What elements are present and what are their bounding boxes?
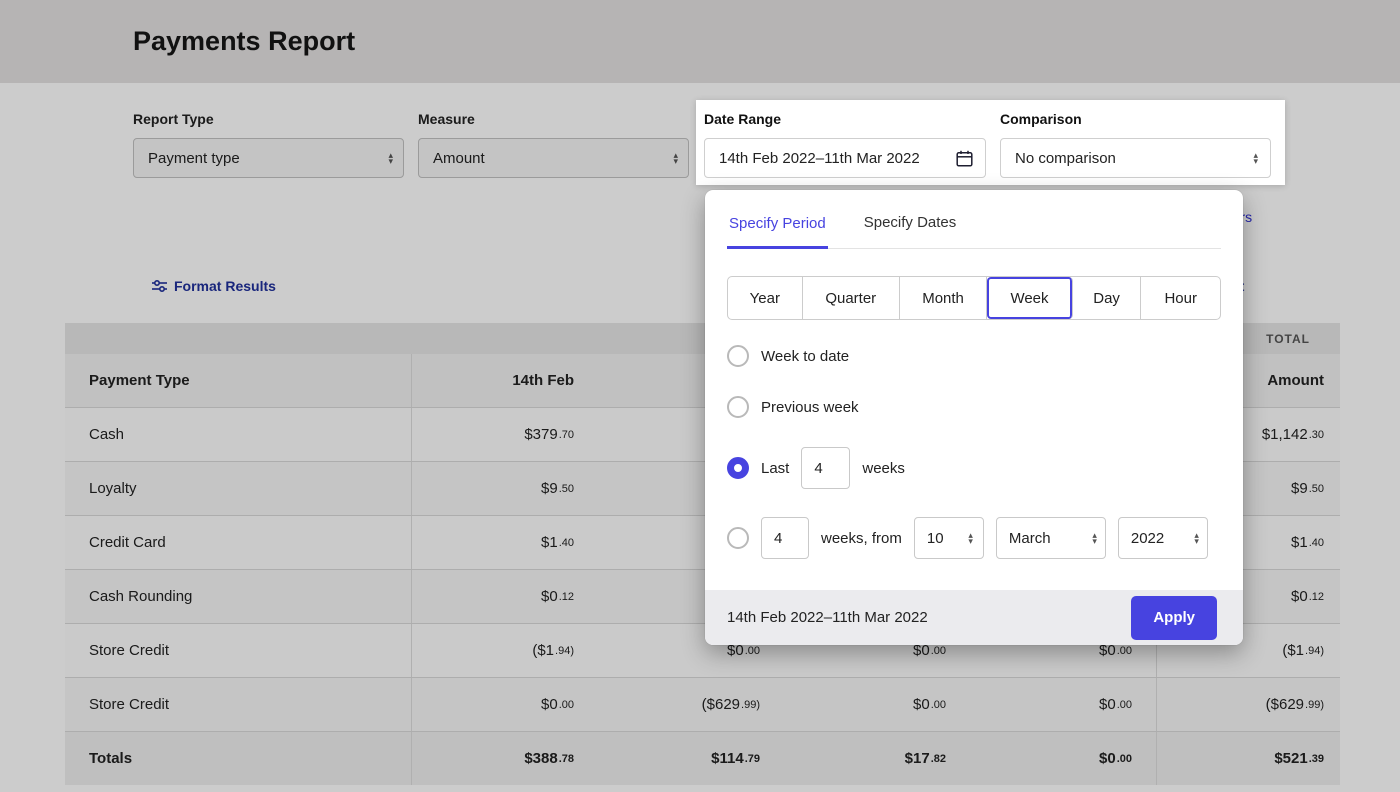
amount-cell: $17.82 [784,732,970,785]
n-weeks-from-select[interactable]: March▴▾ [996,517,1106,559]
amount-cell: $379.70 [412,408,598,461]
payment-type-cell: Totals [65,732,412,785]
option-label: weeks [862,460,905,477]
picker-footer: 14th Feb 2022–11th Mar 2022 Apply [705,590,1243,645]
radio-n-weeks-from[interactable] [727,527,749,549]
total-cell: $521.39 [1156,732,1340,785]
amount-cell: $114.79 [598,732,784,785]
option-label: Last [761,460,789,477]
format-results-label: Format Results [174,278,276,294]
comparison-label: Comparison [1000,111,1082,127]
amount-cell: $1.40 [412,516,598,569]
stepper-arrows-icon: ▴▾ [1253,152,1258,164]
amount-cell: $0.00 [970,732,1156,785]
apply-button[interactable]: Apply [1131,596,1217,640]
option-label: Week to date [761,348,849,365]
option-last-n-weeks: Last 4 weeks [727,447,905,489]
period-month[interactable]: Month [900,277,987,319]
option-label: weeks, from [821,530,902,547]
amount-cell: $9.50 [412,462,598,515]
payments-report-page: Payments Report Report Type Payment type… [0,0,1400,792]
option-label: Previous week [761,399,859,416]
picker-tabs: Specify Period Specify Dates [727,190,1221,249]
amount-cell: ($1.94) [412,624,598,677]
period-quarter[interactable]: Quarter [803,277,900,319]
stepper-arrows-icon[interactable]: ▴▾ [1092,532,1097,544]
payment-type-cell: Store Credit [65,678,412,731]
amount-cell: $0.00 [970,678,1156,731]
tab-specify-period[interactable]: Specify Period [727,215,828,249]
payment-type-cell: Loyalty [65,462,412,515]
amount-cell: $0.00 [784,678,970,731]
option-previous-week: Previous week [727,391,859,423]
amount-cell: $388.78 [412,732,598,785]
table-row: Totals$388.78$114.79$17.82$0.00$521.39 [65,731,1340,785]
date-range-popover-strip: Date Range 14th Feb 2022–11th Mar 2022 C… [696,100,1285,185]
period-day[interactable]: Day [1073,277,1142,319]
payment-type-cell: Cash Rounding [65,570,412,623]
tab-specify-dates[interactable]: Specify Dates [862,214,959,248]
format-results-link[interactable]: Format Results [152,278,276,294]
period-year[interactable]: Year [728,277,803,319]
comparison-select[interactable]: No comparison ▴▾ [1000,138,1271,178]
period-hour[interactable]: Hour [1141,277,1220,319]
payment-type-cell: Credit Card [65,516,412,569]
comparison-value: No comparison [1015,150,1245,167]
stepper-arrows-icon[interactable]: ▴▾ [1194,532,1199,544]
n-weeks-from-stepper[interactable]: 10▴▾ [914,517,984,559]
col-header-payment-type: Payment Type [65,354,412,407]
total-group-label: TOTAL [1266,332,1310,346]
date-range-picker-panel: Specify PeriodSpecify Dates YearQuarterM… [705,190,1243,645]
stepper-arrows-icon: ▴▾ [388,152,393,164]
stepper-arrows-icon: ▴▾ [673,152,678,164]
page-header: Payments Report [0,0,1400,83]
last-n-weeks-input[interactable]: 4 [801,447,850,489]
measure-label: Measure [418,111,475,127]
period-group: YearQuarterMonthWeekDayHour [727,276,1221,320]
report-type-label: Report Type [133,111,214,127]
radio-week-to-date[interactable] [727,345,749,367]
radio-last-n-weeks[interactable] [727,457,749,479]
payment-type-cell: Cash [65,408,412,461]
total-cell: ($629.99) [1156,678,1340,731]
payment-type-cell: Store Credit [65,624,412,677]
amount-cell: $0.00 [412,678,598,731]
page-title: Payments Report [133,26,355,57]
sliders-icon [152,279,167,293]
measure-select[interactable]: Amount ▴▾ [418,138,689,178]
report-type-value: Payment type [148,150,380,167]
stepper-arrows-icon[interactable]: ▴▾ [968,532,973,544]
report-type-select[interactable]: Payment type ▴▾ [133,138,404,178]
date-range-label: Date Range [704,111,781,127]
amount-cell: $0.12 [412,570,598,623]
selected-range-text: 14th Feb 2022–11th Mar 2022 [727,609,928,626]
date-range-input[interactable]: 14th Feb 2022–11th Mar 2022 [704,138,986,178]
n-weeks-from-input[interactable]: 4 [761,517,809,559]
col-header-date: 14th Feb [412,354,598,407]
period-week[interactable]: Week [987,277,1072,319]
amount-cell: ($629.99) [598,678,784,731]
radio-previous-week[interactable] [727,396,749,418]
option-n-weeks-from: 4 weeks, from 10▴▾ March▴▾ 2022▴▾ [727,517,1208,559]
table-row: Store Credit$0.00($629.99)$0.00$0.00($62… [65,677,1340,731]
date-range-value: 14th Feb 2022–11th Mar 2022 [719,150,956,167]
calendar-icon[interactable] [956,150,973,167]
n-weeks-from-select[interactable]: 2022▴▾ [1118,517,1208,559]
measure-value: Amount [433,150,665,167]
option-week-to-date: Week to date [727,340,849,372]
